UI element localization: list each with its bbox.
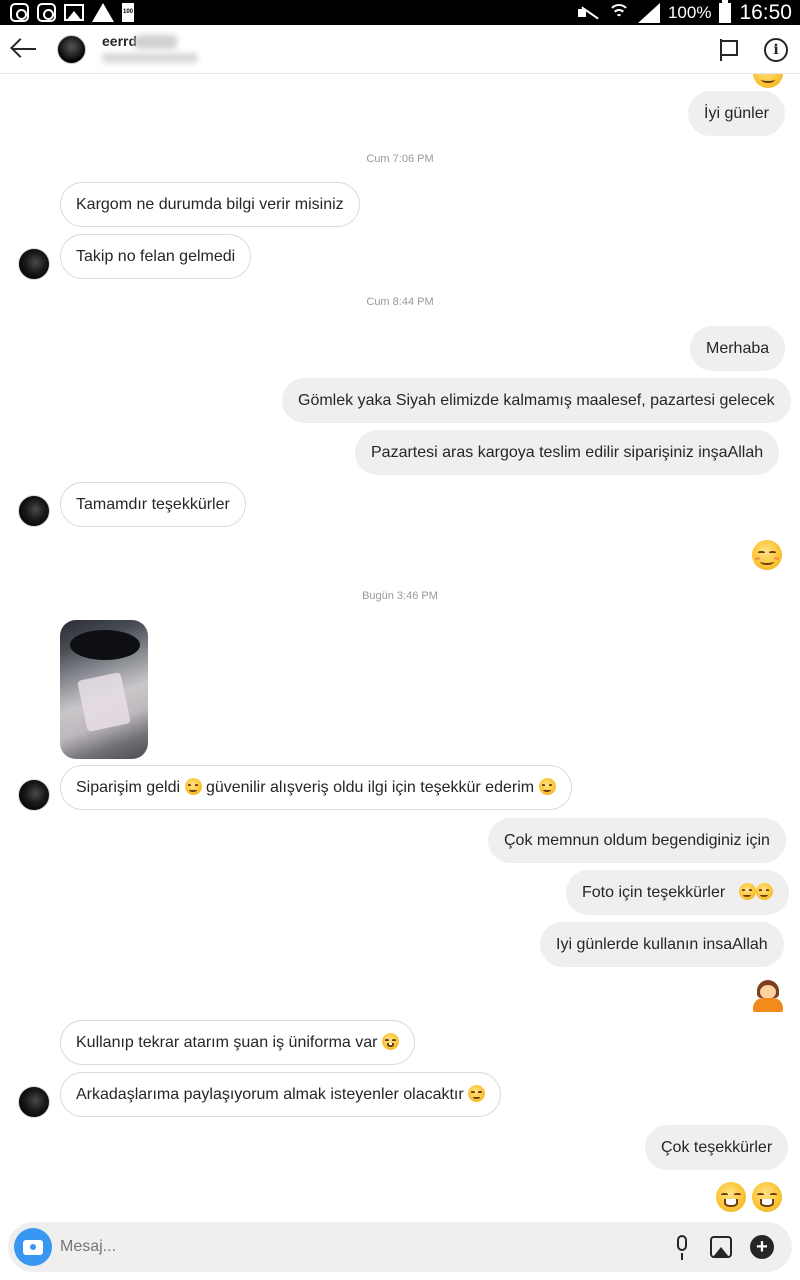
status-bar: 100 100% 16:50 — [0, 0, 800, 25]
warning-icon — [92, 3, 114, 22]
back-arrow-icon[interactable] — [10, 35, 38, 63]
message-bubble-sent[interactable]: Çok teşekkürler — [645, 1125, 789, 1170]
message-bubble-received[interactable]: Takip no felan gelmedi — [60, 234, 252, 279]
message-bubble-sent[interactable]: Çok memnun oldum begendiginiz için — [488, 818, 786, 863]
system-icons: 100% 16:50 — [577, 0, 792, 25]
timestamp: Cum 8:44 PM — [366, 296, 434, 308]
message-text: Arkadaşlarıma paylaşıyorum almak isteyen… — [76, 1086, 464, 1103]
battery-icon — [719, 0, 732, 23]
avatar[interactable] — [18, 248, 50, 280]
message-bubble-sent[interactable]: İyi günler — [688, 91, 785, 136]
grinning-face-emoji — [752, 1182, 782, 1212]
blushing-face-emoji — [755, 882, 773, 900]
blushing-face-emoji — [184, 777, 202, 795]
blushing-face-emoji — [538, 777, 556, 795]
message-bubble-sent[interactable]: Foto için teşekkürler — [566, 870, 789, 915]
grinning-face-emoji — [716, 1182, 746, 1212]
blurred-username — [135, 35, 177, 49]
shared-photo[interactable] — [60, 620, 148, 759]
gallery-notification-icon — [64, 4, 84, 21]
instagram-icon — [37, 3, 56, 22]
microphone-icon[interactable] — [673, 1235, 691, 1261]
message-input[interactable] — [60, 1222, 650, 1272]
message-bubble-received[interactable]: Tamamdır teşekkürler — [60, 482, 246, 527]
avatar[interactable] — [18, 1086, 50, 1118]
camera-icon[interactable] — [14, 1228, 52, 1266]
contact-username[interactable]: eerrd — [102, 33, 137, 49]
clock: 16:50 — [739, 0, 792, 24]
avatar[interactable] — [18, 779, 50, 811]
info-icon[interactable]: i — [764, 38, 788, 62]
grinning-face-emoji — [381, 1032, 399, 1050]
message-composer: + — [8, 1222, 792, 1272]
avatar[interactable] — [18, 495, 50, 527]
person-bowing-emoji — [752, 980, 784, 1012]
signal-icon — [637, 2, 660, 23]
message-thread[interactable]: İyi günler Cum 7:06 PM Kargom ne durumda… — [0, 74, 800, 1218]
smiling-face-emoji — [468, 1084, 486, 1102]
smiling-face-emoji — [752, 540, 782, 570]
smiling-face-emoji — [753, 74, 783, 88]
plus-icon[interactable]: + — [750, 1235, 774, 1259]
message-text: Siparişim geldi — [76, 779, 181, 796]
message-text: Kullanıp tekrar atarım şuan iş üniforma … — [76, 1034, 378, 1051]
blurred-status — [102, 53, 198, 63]
instagram-icon — [10, 3, 29, 22]
battery-notification-icon: 100 — [122, 3, 134, 22]
chat-header: eerrd i — [0, 25, 800, 74]
message-bubble-received[interactable]: Siparişim geldi güvenilir alışveriş oldu… — [60, 765, 572, 810]
mute-icon — [577, 5, 600, 21]
battery-percent: 100% — [667, 2, 712, 22]
message-bubble-received[interactable]: Kullanıp tekrar atarım şuan iş üniforma … — [60, 1020, 415, 1065]
message-bubble-sent[interactable]: Merhaba — [690, 326, 786, 371]
notification-icons: 100 — [10, 3, 134, 22]
message-bubble-received[interactable]: Kargom ne durumda bilgi verir misiniz — [60, 182, 360, 227]
flag-icon[interactable] — [718, 39, 740, 61]
message-bubble-sent[interactable]: Gömlek yaka Siyah elimizde kalmamış maal… — [282, 378, 791, 423]
timestamp: Bugün 3:46 PM — [362, 590, 438, 602]
message-bubble-received[interactable]: Arkadaşlarıma paylaşıyorum almak isteyen… — [60, 1072, 502, 1117]
wifi-icon — [607, 3, 630, 22]
gallery-icon[interactable] — [710, 1236, 732, 1258]
message-text: Foto için teşekkürler — [582, 884, 726, 901]
timestamp: Cum 7:06 PM — [366, 153, 434, 165]
blushing-face-emoji — [738, 882, 756, 900]
message-bubble-sent[interactable]: Pazartesi aras kargoya teslim edilir sip… — [355, 430, 780, 475]
avatar[interactable] — [57, 35, 86, 64]
message-text: güvenilir alışveriş oldu ilgi için teşek… — [205, 779, 535, 796]
message-bubble-sent[interactable]: Iyi günlerde kullanın insaAllah — [540, 922, 784, 967]
